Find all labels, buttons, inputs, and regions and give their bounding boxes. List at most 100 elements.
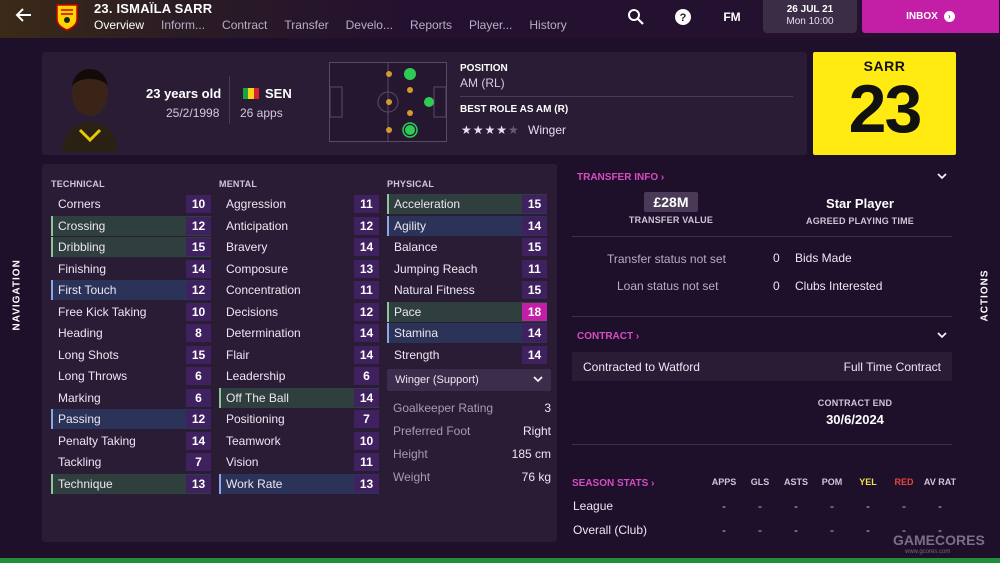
attribute-row-off-the-ball[interactable]: Off The Ball 14 bbox=[219, 387, 379, 408]
attribute-row-decisions[interactable]: Decisions 12 bbox=[219, 302, 379, 322]
navigation-sidebar-toggle[interactable]: NAVIGATION bbox=[12, 259, 23, 330]
chevron-down-icon[interactable] bbox=[937, 172, 947, 183]
chevron-down-icon[interactable] bbox=[937, 331, 947, 342]
preferred-foot-row: Preferred Foot Right bbox=[393, 424, 551, 438]
stats-cell: - bbox=[938, 498, 942, 513]
fm-logo-button[interactable]: FM bbox=[718, 10, 746, 26]
inbox-button[interactable]: INBOX › bbox=[862, 0, 999, 33]
attribute-row-penalty-taking[interactable]: Penalty Taking 14 bbox=[51, 431, 211, 451]
attribute-name: Finishing bbox=[58, 261, 107, 276]
attribute-row-crossing[interactable]: Crossing 12 bbox=[51, 215, 211, 236]
attribute-row-stamina[interactable]: Stamina 14 bbox=[387, 323, 547, 343]
bids-label: Bids Made bbox=[795, 251, 852, 265]
attribute-row-composure[interactable]: Composure 13 bbox=[219, 259, 379, 279]
page-title: 23. ISMAÏLA SARR bbox=[94, 1, 213, 16]
attribute-value: 11 bbox=[354, 195, 379, 213]
attribute-value: 15 bbox=[522, 238, 547, 256]
attribute-row-dribbling[interactable]: Dribbling 15 bbox=[51, 237, 211, 257]
attribute-row-long-throws[interactable]: Long Throws 6 bbox=[51, 366, 211, 386]
tab-development[interactable]: Develo... bbox=[346, 18, 393, 36]
bids-count: 0 bbox=[773, 251, 780, 265]
attribute-value: 10 bbox=[186, 302, 211, 321]
position-label: POSITION bbox=[460, 63, 508, 74]
attribute-row-vision[interactable]: Vision 11 bbox=[219, 452, 379, 472]
attribute-row-pace[interactable]: Pace 18 bbox=[387, 301, 547, 322]
attribute-row-technique[interactable]: Technique 13 bbox=[51, 473, 211, 494]
attribute-row-strength[interactable]: Strength 14 bbox=[387, 345, 547, 365]
role-dropdown[interactable]: Winger (Support) bbox=[387, 369, 551, 391]
attribute-row-positioning[interactable]: Positioning 7 bbox=[219, 409, 379, 429]
attribute-value: 14 bbox=[354, 238, 379, 256]
attribute-row-first-touch[interactable]: First Touch 12 bbox=[51, 280, 211, 300]
attribute-name: Long Shots bbox=[58, 347, 119, 362]
attribute-row-passing[interactable]: Passing 12 bbox=[51, 409, 211, 429]
attribute-row-aggression[interactable]: Aggression 11 bbox=[219, 194, 379, 214]
stats-competition: Overall (Club) bbox=[573, 522, 648, 537]
attribute-row-acceleration[interactable]: Acceleration 15 bbox=[387, 194, 547, 214]
tab-overview[interactable]: Overview bbox=[94, 18, 144, 36]
stats-cell: - bbox=[758, 498, 762, 513]
player-dob: 25/2/1998 bbox=[166, 106, 220, 120]
attribute-name: Teamwork bbox=[226, 433, 281, 448]
attribute-name: Bravery bbox=[226, 240, 268, 254]
attribute-row-jumping-reach[interactable]: Jumping Reach 11 bbox=[387, 259, 547, 279]
tab-information[interactable]: Inform... bbox=[161, 18, 205, 36]
attribute-row-concentration[interactable]: Concentration 11 bbox=[219, 280, 379, 300]
attribute-row-corners[interactable]: Corners 10 bbox=[51, 194, 211, 214]
attribute-name: Natural Fitness bbox=[394, 283, 475, 297]
attribute-row-free-kick-taking[interactable]: Free Kick Taking 10 bbox=[51, 302, 211, 322]
transfer-info-link[interactable]: TRANSFER INFO › bbox=[577, 172, 664, 183]
clubs-count: 0 bbox=[773, 279, 780, 293]
attribute-row-teamwork[interactable]: Teamwork 10 bbox=[219, 431, 379, 451]
tab-player[interactable]: Player... bbox=[469, 18, 512, 36]
attribute-name: Composure bbox=[226, 261, 289, 276]
actions-sidebar-toggle[interactable]: ACTIONS bbox=[980, 268, 991, 324]
attribute-name: Concentration bbox=[226, 283, 301, 297]
attribute-value: 11 bbox=[522, 259, 547, 278]
tab-reports[interactable]: Reports bbox=[410, 18, 452, 36]
attribute-row-marking[interactable]: Marking 6 bbox=[51, 388, 211, 408]
attribute-name: Free Kick Taking bbox=[58, 304, 147, 319]
attribute-row-work-rate[interactable]: Work Rate 13 bbox=[219, 473, 379, 494]
back-arrow-icon[interactable] bbox=[10, 5, 38, 33]
stats-cell: - bbox=[794, 498, 798, 513]
help-icon[interactable]: ? bbox=[673, 8, 693, 28]
attribute-name: Acceleration bbox=[394, 197, 461, 211]
attribute-value: 12 bbox=[186, 410, 211, 428]
attribute-row-finishing[interactable]: Finishing 14 bbox=[51, 259, 211, 279]
stats-cell: - bbox=[830, 522, 834, 537]
attribute-value: 14 bbox=[522, 345, 547, 364]
stats-cell: - bbox=[722, 498, 726, 513]
stats-cell: - bbox=[794, 522, 798, 537]
attribute-row-flair[interactable]: Flair 14 bbox=[219, 345, 379, 365]
search-icon[interactable] bbox=[626, 8, 646, 28]
divider bbox=[572, 236, 952, 237]
attribute-name: Marking bbox=[58, 390, 101, 405]
contract-link[interactable]: CONTRACT › bbox=[577, 331, 639, 342]
attribute-row-determination[interactable]: Determination 14 bbox=[219, 323, 379, 343]
attribute-row-bravery[interactable]: Bravery 14 bbox=[219, 237, 379, 257]
attribute-row-agility[interactable]: Agility 14 bbox=[387, 215, 547, 236]
tab-history[interactable]: History bbox=[529, 18, 566, 36]
transfer-status: Transfer status not set bbox=[607, 252, 726, 266]
tab-contract[interactable]: Contract bbox=[222, 18, 267, 36]
contract-row: Contracted to Watford Full Time Contract bbox=[572, 352, 952, 381]
date-button[interactable]: 26 JUL 21 Mon 10:00 bbox=[763, 0, 857, 33]
attribute-row-long-shots[interactable]: Long Shots 15 bbox=[51, 345, 211, 365]
attribute-row-natural-fitness[interactable]: Natural Fitness 15 bbox=[387, 280, 547, 300]
attribute-row-anticipation[interactable]: Anticipation 12 bbox=[219, 216, 379, 236]
clubs-label: Clubs Interested bbox=[795, 279, 883, 293]
attribute-value: 14 bbox=[354, 388, 379, 407]
attribute-row-heading[interactable]: Heading 8 bbox=[51, 323, 211, 343]
attribute-row-leadership[interactable]: Leadership 6 bbox=[219, 366, 379, 386]
col-avg-rating: AV RAT bbox=[923, 477, 957, 487]
attribute-value: 14 bbox=[186, 431, 211, 450]
attribute-row-tackling[interactable]: Tackling 7 bbox=[51, 452, 211, 472]
stats-cell: - bbox=[758, 522, 762, 537]
attribute-row-balance[interactable]: Balance 15 bbox=[387, 237, 547, 257]
table-row[interactable]: League - - - - - - - bbox=[569, 494, 957, 517]
star-icon: ★★★★ bbox=[461, 123, 509, 137]
tab-transfer[interactable]: Transfer bbox=[284, 18, 328, 36]
attribute-name: Aggression bbox=[226, 197, 287, 211]
season-stats-link[interactable]: SEASON STATS › bbox=[572, 478, 654, 489]
